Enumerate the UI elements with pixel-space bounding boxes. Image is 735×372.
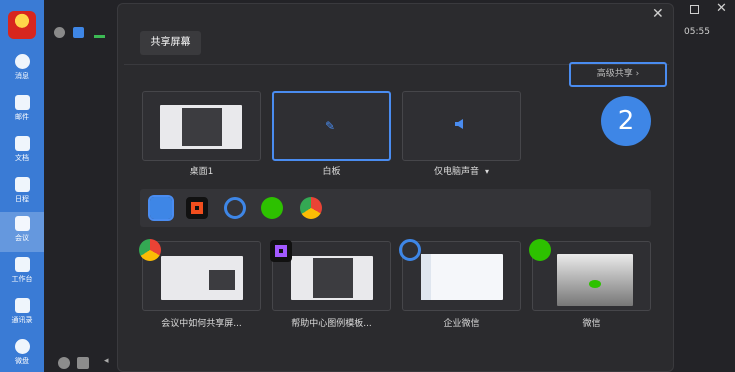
sidebar-item-label: 通讯录: [11, 316, 33, 324]
chat-bubble-icon: [14, 54, 30, 69]
advanced-share-button[interactable]: 高级共享 ›: [569, 62, 667, 87]
audio-option-label: 仅电脑声音: [434, 167, 480, 177]
sidebar-item-label: 工作台: [11, 275, 33, 283]
figma-icon[interactable]: [186, 197, 208, 219]
chevron-down-icon[interactable]: ▾: [485, 167, 489, 176]
pen-icon: ✎: [325, 119, 336, 133]
sidebar-item-calendar[interactable]: 日程: [0, 173, 44, 213]
tab-share-screen[interactable]: 共享屏幕: [140, 31, 201, 55]
share-option-whiteboard[interactable]: ✎: [272, 91, 391, 161]
window-label: 企业微信: [443, 319, 480, 329]
chrome-icon: [139, 239, 161, 261]
wechat-icon: [529, 239, 551, 261]
sidebar-item-label: 邮件: [15, 113, 29, 121]
sidebar-item-label: 微盘: [15, 357, 29, 365]
sidebar-item-drive[interactable]: 微盘: [0, 335, 44, 372]
wechat-icon[interactable]: [261, 197, 283, 219]
desktop-thumbnail: [160, 105, 242, 149]
share-screen-dialog: ✕ 共享屏幕 高级共享 › 2 桌面1 ✎ 白板 仅电脑声音 ▾ 会议中如何共享…: [117, 3, 674, 372]
shield-icon[interactable]: [73, 27, 84, 38]
sidebar-item-label: 文档: [15, 154, 29, 162]
emoji-icon[interactable]: [58, 357, 70, 369]
share-option-label: 仅电脑声音 ▾: [402, 164, 521, 177]
window-label: 帮助中心图例模板...: [291, 319, 372, 329]
step-badge: 2: [601, 96, 651, 146]
wecom-icon: [399, 239, 421, 261]
sidebar-item-meeting[interactable]: 会议: [0, 212, 44, 252]
window-thumbnail: [557, 254, 633, 306]
dialog-close-icon[interactable]: ✕: [652, 6, 664, 22]
sidebar-item-label: 会议: [15, 234, 29, 242]
window-close-icon[interactable]: ✕: [716, 1, 727, 16]
window-thumbnail: [421, 254, 503, 300]
grid-icon: [14, 257, 30, 272]
app-filter-bar: [140, 189, 651, 227]
sidebar-item-mail[interactable]: 邮件: [0, 91, 44, 131]
share-option-desktop[interactable]: [142, 91, 261, 161]
info-icon[interactable]: [54, 27, 65, 38]
speaker-icon: [455, 119, 463, 129]
app-sidebar: 消息 邮件 文档 日程 会议 工作台 通讯录 微盘: [0, 0, 44, 372]
keyboard-icon[interactable]: [77, 357, 89, 369]
window-label: 微信: [582, 319, 601, 329]
sidebar-item-workbench[interactable]: 工作台: [0, 253, 44, 293]
share-option-audio[interactable]: [402, 91, 521, 161]
org-chart-icon: [14, 298, 30, 313]
cloud-drive-icon: [14, 339, 30, 354]
figma-icon: [270, 240, 292, 262]
wecom-icon[interactable]: [224, 197, 246, 219]
document-icon: [14, 136, 30, 151]
window-thumbnail: [161, 256, 243, 300]
sidebar-item-label: 消息: [15, 72, 29, 80]
sidebar-item-messages[interactable]: 消息: [0, 50, 44, 90]
sidebar-item-docs[interactable]: 文档: [0, 132, 44, 172]
chrome-icon[interactable]: [300, 197, 322, 219]
sidebar-item-contacts[interactable]: 通讯录: [0, 294, 44, 334]
signal-icon: [94, 27, 105, 38]
collapse-arrow-icon[interactable]: ◂: [104, 356, 109, 366]
meeting-timer: 05:55: [684, 27, 710, 37]
meeting-icon: [14, 216, 30, 231]
share-option-label: 桌面1: [189, 167, 214, 177]
maximize-icon[interactable]: [690, 5, 699, 14]
user-avatar[interactable]: [8, 11, 36, 39]
mail-icon: [14, 95, 30, 110]
grid-icon[interactable]: [148, 195, 174, 221]
window-thumbnail: [291, 256, 373, 300]
window-label: 会议中如何共享屏...: [161, 319, 242, 329]
share-option-label: 白板: [322, 167, 341, 177]
calendar-icon: [14, 177, 30, 192]
sidebar-item-label: 日程: [15, 195, 29, 203]
